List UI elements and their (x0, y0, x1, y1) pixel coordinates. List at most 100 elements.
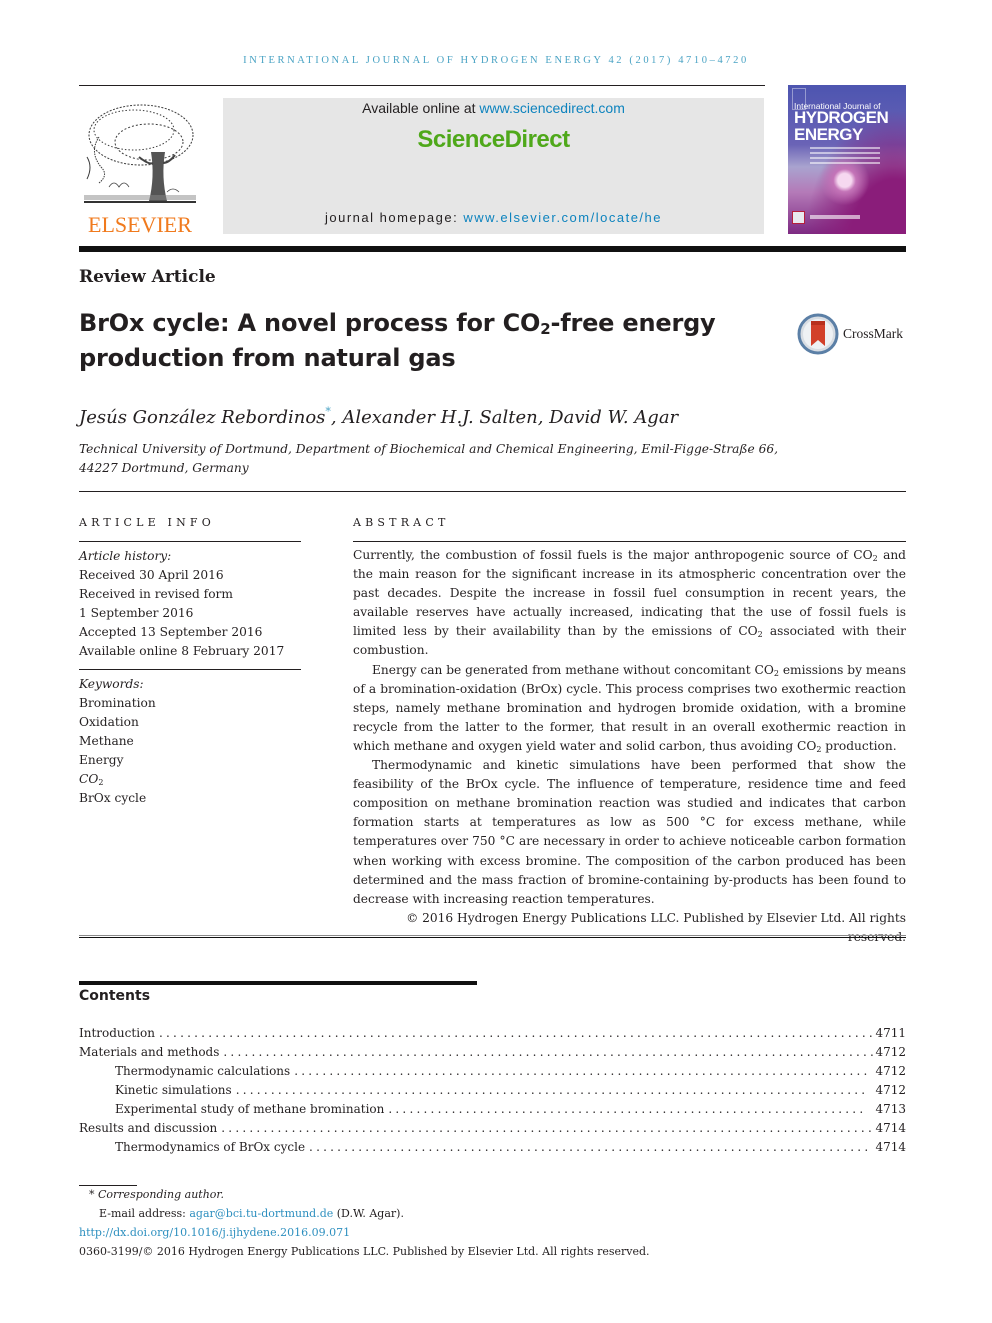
contents-bar (79, 981, 477, 985)
toc-page: 4711 (875, 1026, 906, 1040)
toc-page: 4714 (875, 1121, 906, 1135)
cover-seal-icon (792, 211, 805, 224)
toc-label: Results and discussion (79, 1121, 218, 1135)
keyword-co2: CO (79, 772, 99, 786)
keyword: Energy (79, 753, 124, 767)
toc-leader (223, 1045, 873, 1059)
available-online: Available online at www.sciencedirect.co… (223, 100, 764, 116)
toc-leader (221, 1121, 873, 1135)
toc-label: Thermodynamics of BrOx cycle (115, 1140, 306, 1154)
footnotes: * Corresponding author. E-mail address: … (79, 1185, 779, 1261)
cover-title-line3: ENERGY (794, 125, 863, 144)
article-history: Article history: Received 30 April 2016 … (79, 547, 301, 661)
abstract-rule (353, 541, 906, 542)
keyword-co2-sub: 2 (98, 778, 104, 787)
footnote-mark: * (89, 1188, 95, 1201)
toc-label: Experimental study of methane brominatio… (115, 1102, 385, 1116)
title-part1: BrOx cycle: A novel process for CO (79, 309, 541, 337)
email-note: E-mail address: agar@bci.tu-dortmund.de … (79, 1204, 779, 1223)
toc-item[interactable]: Experimental study of methane brominatio… (79, 1102, 906, 1121)
history-label: Article history: (79, 549, 172, 563)
abstract-body: Currently, the combustion of fossil fuel… (353, 546, 906, 947)
abstract-copyright: © 2016 Hydrogen Energy Publications LLC.… (406, 910, 906, 944)
toc-page: 4712 (875, 1083, 906, 1097)
history-item: Accepted 13 September 2016 (79, 625, 263, 639)
toc-page: 4712 (875, 1045, 906, 1059)
corresponding-label: Corresponding author. (98, 1188, 224, 1201)
toc-item[interactable]: Thermodynamic calculations 4712 (79, 1064, 906, 1083)
toc-item[interactable]: Materials and methods 4712 (79, 1045, 906, 1064)
toc-label: Materials and methods (79, 1045, 220, 1059)
article-type: Review Article (79, 267, 216, 287)
journal-cover[interactable]: International Journal of HYDROGEN ENERGY (788, 85, 906, 234)
keywords-rule (79, 669, 301, 670)
keyword: Oxidation (79, 715, 139, 729)
crossmark-label: CrossMark (843, 326, 903, 341)
cover-editor-lines (810, 147, 880, 167)
history-item: Received in revised form (79, 587, 233, 601)
keyword: Bromination (79, 696, 156, 710)
other-authors: , Alexander H.J. Salten, David W. Agar (330, 407, 679, 428)
tree-icon (84, 104, 196, 203)
corresponding-note: * Corresponding author. (79, 1185, 779, 1204)
sciencedirect-logo[interactable]: ScienceDirect (223, 126, 764, 154)
journal-homepage-link[interactable]: www.elsevier.com/locate/he (463, 210, 662, 225)
cover-sciencedirect-mark (810, 215, 860, 219)
toc-page: 4713 (875, 1102, 906, 1116)
text: production. (821, 738, 897, 753)
affiliation: Technical University of Dortmund, Depart… (79, 442, 779, 475)
sciencedirect-link[interactable]: www.sciencedirect.com (479, 100, 625, 116)
history-item: Received 30 April 2016 (79, 568, 224, 582)
section-rule (79, 491, 906, 492)
issn-line: 0360-3199/© 2016 Hydrogen Energy Publica… (79, 1245, 650, 1258)
abstract-paragraph-3: Thermodynamic and kinetic simulations ha… (353, 758, 906, 906)
author-1[interactable]: Jesús González Rebordinos (79, 407, 325, 428)
keywords: Keywords: Bromination Oxidation Methane … (79, 675, 301, 808)
keywords-label: Keywords: (79, 677, 144, 691)
abstract-end-rule (79, 935, 906, 938)
contents-heading: Contents (79, 988, 151, 1004)
crossmark-button[interactable]: CrossMark (797, 313, 907, 355)
author-list: Jesús González Rebordinos*, Alexander H.… (79, 405, 678, 428)
history-item: Available online 8 February 2017 (79, 644, 285, 658)
keyword: CO2 (79, 770, 301, 789)
toc-leader (388, 1102, 867, 1116)
abstract-paragraph-1: Currently, the combustion of fossil fuel… (353, 546, 906, 661)
elsevier-wordmark: ELSEVIER (88, 212, 192, 237)
toc-item[interactable]: Introduction 4711 (79, 1026, 906, 1045)
toc-page: 4712 (875, 1064, 906, 1078)
abstract-paragraph-2: Energy can be generated from methane wit… (353, 661, 906, 756)
history-item: 1 September 2016 (79, 606, 194, 620)
article-title: BrOx cycle: A novel process for CO2-free… (79, 306, 769, 376)
running-head: INTERNATIONAL JOURNAL OF HYDROGEN ENERGY… (243, 55, 749, 66)
journal-homepage: journal homepage: www.elsevier.com/locat… (223, 210, 764, 225)
email-label: E-mail address: (99, 1207, 190, 1220)
article-info: ARTICLE INFO Article history: Received 3… (79, 516, 301, 808)
crossmark-icon (797, 313, 839, 355)
header-thick-rule (79, 246, 906, 252)
toc-item[interactable]: Kinetic simulations 4712 (79, 1083, 906, 1102)
toc-leader (236, 1083, 868, 1097)
toc-page: 4714 (875, 1140, 906, 1154)
abstract: ABSTRACT Currently, the combustion of fo… (353, 516, 906, 947)
toc-leader (294, 1064, 867, 1078)
article-info-heading: ARTICLE INFO (79, 516, 215, 529)
text: Energy can be generated from methane wit… (372, 662, 774, 677)
toc-leader (159, 1026, 873, 1040)
available-prefix: Available online at (362, 100, 480, 116)
table-of-contents: Introduction 4711 Materials and methods 47… (79, 1026, 906, 1159)
keyword: Methane (79, 734, 134, 748)
email-link[interactable]: agar@bci.tu-dortmund.de (189, 1207, 333, 1220)
toc-label: Introduction (79, 1026, 155, 1040)
doi-line: http://dx.doi.org/10.1016/j.ijhydene.201… (79, 1223, 779, 1242)
cover-title-main: HYDROGEN ENERGY (794, 109, 889, 144)
email-suffix: (D.W. Agar). (333, 1207, 404, 1220)
title-subscript: 2 (540, 320, 551, 338)
header-rule (79, 85, 765, 86)
toc-label: Kinetic simulations (115, 1083, 232, 1097)
keyword: BrOx cycle (79, 791, 147, 805)
toc-item[interactable]: Thermodynamics of BrOx cycle 4714 (79, 1140, 906, 1159)
toc-item[interactable]: Results and discussion 4714 (79, 1121, 906, 1140)
doi-link[interactable]: http://dx.doi.org/10.1016/j.ijhydene.201… (79, 1226, 350, 1239)
abstract-heading: ABSTRACT (353, 516, 450, 529)
